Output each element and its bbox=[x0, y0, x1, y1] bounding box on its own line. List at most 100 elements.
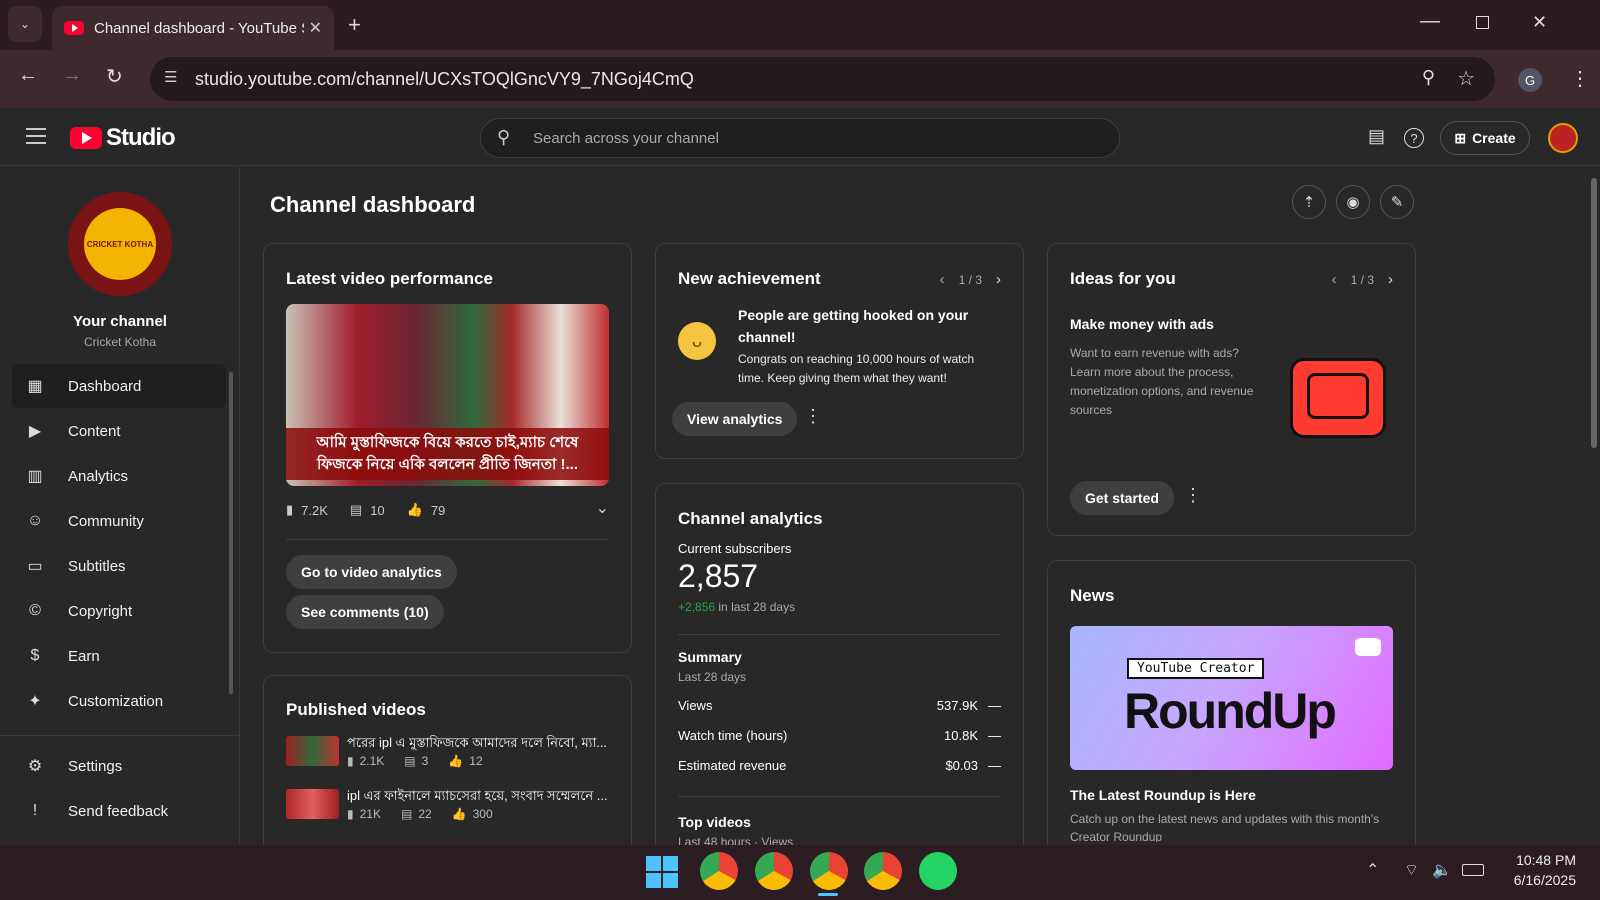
sidebar-item-community[interactable]: ☺ Community bbox=[12, 499, 226, 543]
chrome-icon[interactable] bbox=[700, 852, 738, 890]
sidebar-item-content[interactable]: ▶ Content bbox=[12, 409, 226, 453]
hamburger-menu-icon[interactable] bbox=[26, 128, 46, 144]
earn-icon: $ bbox=[30, 647, 40, 664]
card-heading: New achievement bbox=[678, 269, 821, 288]
sidebar-item-analytics[interactable]: ▥ Analytics bbox=[12, 454, 226, 498]
sidebar-item-feedback[interactable]: ! Send feedback bbox=[12, 789, 226, 833]
battery-icon[interactable] bbox=[1462, 864, 1484, 876]
metric-row[interactable]: Views 537.9K — bbox=[678, 698, 1001, 713]
page-title: Channel dashboard bbox=[270, 192, 476, 217]
get-started-button[interactable]: Get started bbox=[1070, 481, 1174, 515]
create-button[interactable]: ⊞ Create bbox=[1440, 121, 1530, 155]
new-tab-button[interactable]: + bbox=[348, 12, 361, 38]
back-button[interactable]: ← bbox=[18, 64, 38, 87]
sidebar-item-dashboard[interactable]: ▦ Dashboard bbox=[12, 364, 226, 408]
page-scrollbar[interactable] bbox=[1591, 178, 1597, 448]
bookmark-star-icon[interactable]: ☆ bbox=[1457, 66, 1475, 91]
video-thumbnail[interactable]: আমি মুস্তাফিজকে বিয়ে করতে চাই,ম্যাচ শেষ… bbox=[286, 304, 609, 486]
achievement-body: Congrats on reaching 10,000 hours of wat… bbox=[738, 352, 975, 385]
clock-time[interactable]: 10:48 PM bbox=[1506, 852, 1576, 868]
chevron-left-icon[interactable]: ‹ bbox=[1332, 271, 1337, 288]
view-analytics-button[interactable]: View analytics bbox=[672, 402, 798, 436]
close-window-button[interactable]: ✕ bbox=[1532, 12, 1547, 33]
chrome-icon[interactable] bbox=[755, 852, 793, 890]
site-info-icon[interactable]: ☰ bbox=[164, 68, 177, 86]
pager-text: 1 / 3 bbox=[958, 272, 982, 287]
list-item[interactable]: পরের ipl এ মুস্তাফিজকে আমাদের দলে নিবো, … bbox=[286, 734, 611, 774]
avatar-logo-text: CRICKET KOTHA bbox=[86, 239, 154, 249]
chevron-right-icon[interactable]: › bbox=[996, 271, 1001, 288]
forward-button[interactable]: → bbox=[62, 64, 82, 87]
clock-date[interactable]: 6/16/2025 bbox=[1496, 872, 1576, 888]
news-card: News YouTube Creator RoundUp The Latest … bbox=[1047, 560, 1416, 855]
help-icon[interactable]: ? bbox=[1404, 128, 1424, 148]
thumbs-up-icon: 👍 bbox=[406, 502, 423, 517]
windows-start-icon[interactable] bbox=[646, 856, 678, 888]
studio-logo[interactable]: Studio bbox=[70, 124, 176, 152]
news-body: Catch up on the latest news and updates … bbox=[1070, 812, 1380, 842]
subtitles-icon: ▭ bbox=[27, 558, 43, 575]
list-item[interactable]: ipl এর ফাইনালে ম্যাচসেরা হয়ে, সংবাদ সম্… bbox=[286, 787, 611, 827]
views-icon: ▮ bbox=[347, 807, 354, 821]
active-app-indicator bbox=[818, 893, 838, 896]
messages-icon[interactable]: ▤ bbox=[1368, 126, 1385, 147]
see-comments-button[interactable]: See comments (10) bbox=[286, 595, 444, 629]
sidebar-item-earn[interactable]: $ Earn bbox=[12, 634, 226, 678]
thumbnail-caption: আমি মুস্তাফিজকে বিয়ে করতে চাই,ম্যাচ শেষ… bbox=[286, 428, 609, 480]
expand-chevron-icon[interactable]: ⌄ bbox=[596, 498, 609, 518]
go-live-icon[interactable]: ◉ bbox=[1336, 185, 1370, 219]
go-to-video-analytics-button[interactable]: Go to video analytics bbox=[286, 555, 457, 589]
more-options-icon[interactable]: ⋮ bbox=[804, 406, 822, 427]
restore-button[interactable] bbox=[1476, 16, 1489, 29]
metric-row[interactable]: Watch time (hours) 10.8K — bbox=[678, 728, 1001, 743]
sidebar-item-settings[interactable]: ⚙ Settings bbox=[12, 744, 226, 788]
volume-icon[interactable]: 🔈 bbox=[1432, 860, 1452, 880]
wifi-icon[interactable]: ⌔ bbox=[1404, 860, 1419, 880]
sidebar-item-subtitles[interactable]: ▭ Subtitles bbox=[12, 544, 226, 588]
tab-search-button[interactable]: ⌄ bbox=[8, 6, 42, 42]
search-input[interactable]: ⚲ Search across your channel bbox=[480, 118, 1120, 158]
channel-analytics-card: Channel analytics Current subscribers 2,… bbox=[655, 483, 1024, 855]
chevron-up-icon[interactable]: ⌃ bbox=[1366, 860, 1379, 880]
sidebar-item-customization[interactable]: ✦ Customization bbox=[12, 679, 226, 723]
whatsapp-icon[interactable] bbox=[919, 852, 957, 890]
sidebar-label: Analytics bbox=[68, 467, 129, 485]
minimize-button[interactable]: — bbox=[1420, 10, 1440, 33]
chevron-left-icon[interactable]: ‹ bbox=[940, 271, 945, 288]
metric-row[interactable]: Estimated revenue $0.03 — bbox=[678, 758, 1001, 773]
sidebar-scrollbar[interactable] bbox=[229, 372, 233, 694]
account-avatar[interactable] bbox=[1548, 123, 1578, 153]
achievement-card: New achievement ‹ 1 / 3 › ᴗ People are g… bbox=[655, 243, 1024, 459]
video-stats: ▮ 7.2K ▤ 10 👍 79 bbox=[286, 502, 445, 518]
channel-avatar[interactable]: CRICKET KOTHA bbox=[68, 192, 172, 296]
views-icon: ▮ bbox=[286, 502, 294, 517]
upload-icon[interactable]: ⇡ bbox=[1292, 185, 1326, 219]
comments-icon: ▤ bbox=[400, 807, 413, 821]
chrome-icon[interactable] bbox=[810, 852, 848, 890]
profile-avatar[interactable]: G bbox=[1518, 68, 1542, 92]
browser-menu-icon[interactable]: ⋮ bbox=[1570, 66, 1590, 91]
published-videos-card: Published videos পরের ipl এ মুস্তাফিজকে … bbox=[263, 675, 632, 855]
url-text: studio.youtube.com/channel/UCXsTOQlGncVY… bbox=[195, 68, 694, 89]
sidebar-label: Content bbox=[68, 422, 121, 440]
chevron-right-icon[interactable]: › bbox=[1388, 271, 1393, 288]
news-banner[interactable]: YouTube Creator RoundUp bbox=[1070, 626, 1393, 770]
analytics-icon: ▥ bbox=[27, 468, 43, 485]
more-options-icon[interactable]: ⋮ bbox=[1184, 485, 1202, 506]
community-icon: ☺ bbox=[26, 512, 44, 529]
sidebar-label: Settings bbox=[68, 757, 123, 775]
sidebar-label: Dashboard bbox=[68, 377, 142, 395]
video-thumb bbox=[286, 736, 339, 766]
reload-button[interactable]: ↻ bbox=[106, 64, 123, 89]
address-bar[interactable]: ☰ studio.youtube.com/channel/UCXsTOQlGnc… bbox=[150, 57, 1495, 101]
channel-name: Cricket Kotha bbox=[83, 335, 157, 349]
views-count: 7.2K bbox=[301, 502, 328, 518]
browser-tab[interactable]: Channel dashboard - YouTube Studio ✕ bbox=[52, 6, 334, 50]
create-post-icon[interactable]: ✎ bbox=[1380, 185, 1414, 219]
chrome-icon[interactable] bbox=[864, 852, 902, 890]
sidebar-item-copyright[interactable]: © Copyright bbox=[12, 589, 226, 633]
taskbar bbox=[0, 845, 1600, 900]
metric-trend: — bbox=[988, 758, 1001, 773]
tab-close-icon[interactable]: ✕ bbox=[309, 18, 322, 38]
zoom-icon[interactable]: ⚲ bbox=[1422, 67, 1435, 88]
